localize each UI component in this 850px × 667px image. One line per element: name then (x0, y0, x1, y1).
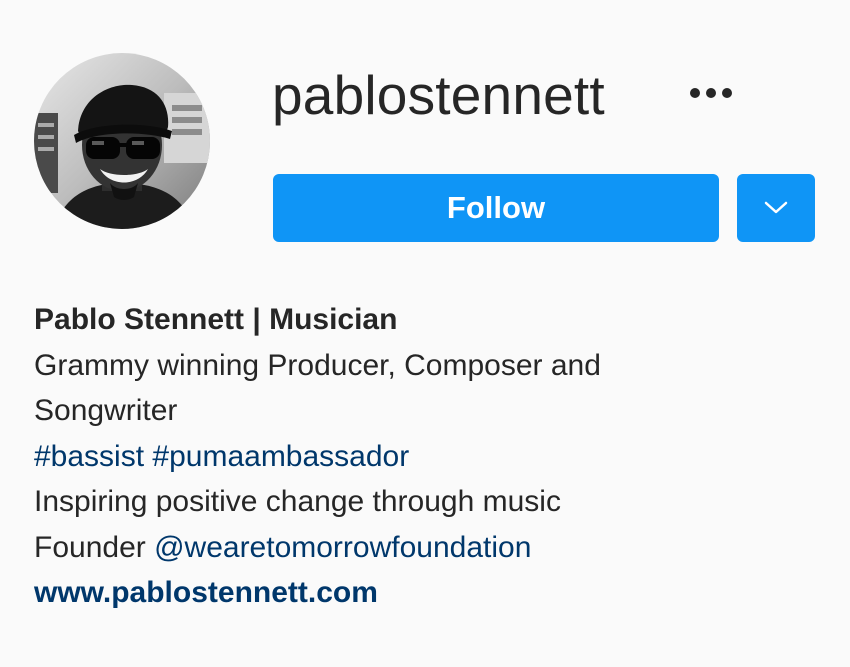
chevron-down-icon (764, 201, 788, 214)
founder-prefix: Founder (34, 530, 155, 564)
bio-line: Grammy winning Producer, Composer and (34, 348, 601, 382)
avatar[interactable] (34, 53, 210, 229)
more-options-button[interactable] (684, 76, 738, 110)
display-name: Pablo Stennett | Musician (34, 303, 398, 336)
hashtags-line: #bassist #pumaambassador (34, 434, 824, 480)
more-horizontal-icon (690, 88, 732, 98)
follow-button[interactable]: Follow (273, 174, 719, 242)
website-link[interactable]: www.pablostennett.com (34, 570, 824, 616)
username: pablostennett (272, 64, 605, 126)
bio-line: Inspiring positive change through music (34, 485, 561, 518)
founder-line: Founder @wearetomorrowfoundation (34, 525, 824, 571)
bio-line: Songwriter (34, 394, 178, 427)
follow-button-label: Follow (446, 190, 546, 225)
profile-photo (34, 53, 210, 229)
hashtag-link[interactable]: #bassist (34, 440, 144, 473)
mention-link[interactable]: @wearetomorrowfoundation (154, 531, 531, 564)
suggestions-dropdown-button[interactable] (737, 174, 815, 242)
profile-bio: Pablo Stennett | Musician Grammy winning… (34, 297, 824, 616)
hashtag-link[interactable]: #pumaambassador (152, 440, 409, 473)
